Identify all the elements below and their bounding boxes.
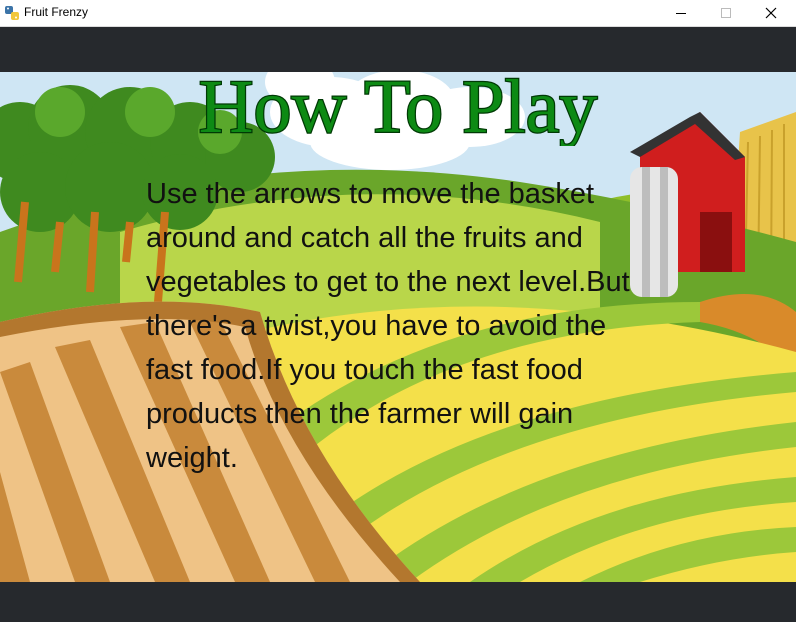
instructions-text: Use the arrows to move the basket around… [146, 178, 630, 474]
close-button[interactable] [748, 0, 794, 26]
python-icon [4, 5, 20, 21]
bottom-letterbox [0, 582, 796, 622]
minimize-button[interactable] [658, 0, 704, 26]
window-titlebar: Fruit Frenzy [0, 0, 796, 27]
maximize-button[interactable] [703, 0, 749, 26]
minimize-icon [675, 4, 687, 23]
close-icon [765, 4, 777, 23]
maximize-icon [720, 4, 732, 23]
heading-text: How To Play [199, 65, 598, 146]
how-to-play-heading: How To Play [0, 56, 796, 146]
window-title: Fruit Frenzy [24, 5, 89, 19]
